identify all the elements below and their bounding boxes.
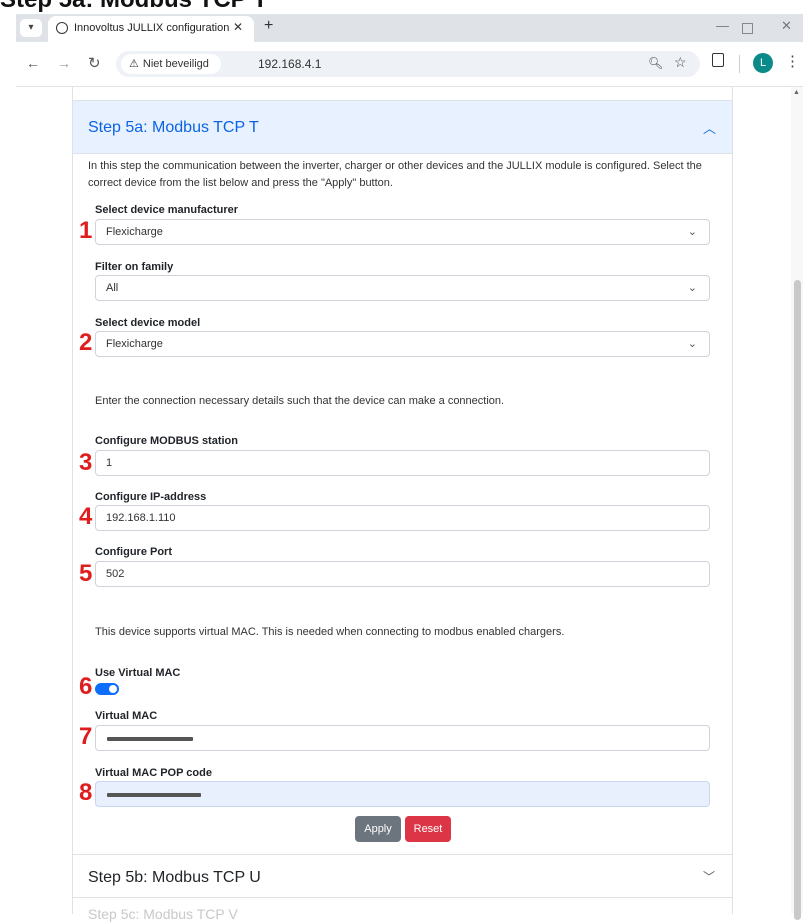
accordion-header-step-5b[interactable]: Step 5b: Modbus TCP U ﹀ — [73, 854, 732, 898]
accordion: Step 5a: Modbus TCP T ︿ In this step the… — [72, 86, 733, 922]
reset-button[interactable]: Reset — [405, 816, 451, 842]
profile-avatar[interactable]: L — [753, 53, 773, 73]
accordion-title: Step 5a: Modbus TCP T — [88, 119, 259, 136]
virtual-mac-info-text: This device supports virtual MAC. This i… — [95, 626, 565, 638]
family-value: All — [106, 282, 119, 294]
port-label: Configure Port — [95, 546, 172, 558]
manufacturer-select[interactable]: Flexicharge ⌄ — [95, 219, 710, 245]
back-arrow-icon[interactable]: ← — [26, 55, 40, 71]
chevron-up-icon: ︿ — [703, 121, 717, 136]
manufacturer-label: Select device manufacturer — [95, 204, 239, 216]
accordion-title: Step 5b: Modbus TCP U — [88, 869, 261, 886]
window-close-icon[interactable]: ✕ — [781, 18, 792, 34]
ip-label: Configure IP-address — [95, 491, 207, 503]
use-virtual-mac-toggle[interactable] — [95, 683, 119, 695]
chevron-down-icon: ⌄ — [687, 282, 697, 294]
ip-value: 192.168.1.110 — [106, 512, 176, 524]
marker-6: 6 — [79, 673, 93, 700]
url-text[interactable]: 192.168.4.1 — [258, 57, 321, 71]
more-menu-icon[interactable]: ⋮ — [785, 52, 800, 70]
marker-3: 3 — [79, 449, 93, 476]
virtual-mac-input[interactable] — [95, 725, 710, 751]
new-tab-button[interactable]: + — [264, 17, 273, 35]
station-input[interactable]: 1 — [95, 450, 710, 476]
redacted-value — [107, 793, 201, 797]
browser-toolbar: ← → ↻ ⚠ Niet beveiligd 192.168.4.1 🔍︎ ☆ L… — [16, 42, 803, 87]
manufacturer-value: Flexicharge — [106, 226, 163, 238]
toolbar-divider — [739, 55, 740, 73]
chevron-down-icon: ﹀ — [703, 870, 716, 884]
marker-1: 1 — [79, 217, 93, 244]
virtual-mac-pop-input[interactable] — [95, 781, 710, 807]
station-value: 1 — [106, 457, 113, 469]
use-virtual-mac-label: Use Virtual MAC — [95, 667, 181, 679]
tab-bar: ▾ Innovoltus JULLIX configuration ✕ + — … — [16, 14, 803, 42]
accordion-header-step-5a[interactable]: Step 5a: Modbus TCP T ︿ — [73, 100, 732, 154]
marker-4: 4 — [79, 503, 93, 530]
connection-text: Enter the connection necessary details s… — [95, 395, 505, 407]
page-heading: Step 5a: Modbus TCP T — [0, 0, 268, 12]
security-chip[interactable]: ⚠ Niet beveiligd — [121, 54, 221, 74]
marker-2: 2 — [79, 329, 93, 356]
tab-title: Innovoltus JULLIX configuration — [74, 22, 230, 34]
family-select[interactable]: All ⌄ — [95, 275, 710, 301]
marker-7: 7 — [79, 723, 93, 750]
redacted-value — [107, 737, 193, 741]
port-value: 502 — [106, 568, 125, 580]
maximize-icon[interactable] — [742, 23, 753, 34]
toggle-knob — [109, 685, 117, 693]
model-value: Flexicharge — [106, 338, 163, 350]
warning-icon: ⚠ — [129, 58, 139, 70]
scroll-thumb[interactable] — [794, 280, 801, 920]
globe-icon — [56, 22, 68, 34]
address-bar[interactable]: ⚠ Niet beveiligd 192.168.4.1 🔍︎ ☆ — [116, 51, 700, 77]
page-scrollbar[interactable]: ▲ — [791, 87, 803, 920]
ip-input[interactable]: 192.168.1.110 — [95, 505, 710, 531]
model-label: Select device model — [95, 317, 201, 329]
chevron-down-icon: ⌄ — [687, 338, 697, 350]
family-label: Filter on family — [95, 261, 174, 273]
bookmark-star-icon[interactable]: ☆ — [674, 54, 687, 71]
accordion-header-step-5c[interactable]: Step 5c: Modbus TCP V — [88, 906, 238, 922]
forward-arrow-icon[interactable]: → — [57, 55, 71, 71]
browser-tab[interactable]: Innovoltus JULLIX configuration ✕ — [48, 16, 254, 42]
reload-icon[interactable]: ↻ — [88, 54, 101, 72]
chevron-down-icon: ⌄ — [687, 226, 697, 238]
tab-search-button[interactable]: ▾ — [20, 19, 42, 37]
zoom-icon[interactable]: 🔍︎ — [648, 56, 663, 70]
minimize-icon[interactable]: — — [716, 18, 729, 33]
apply-button[interactable]: Apply — [355, 816, 401, 842]
marker-5: 5 — [79, 560, 93, 587]
close-icon[interactable]: ✕ — [233, 20, 243, 34]
model-select[interactable]: Flexicharge ⌄ — [95, 331, 710, 357]
scroll-up-icon[interactable]: ▲ — [793, 89, 800, 96]
port-input[interactable]: 502 — [95, 561, 710, 587]
virtual-mac-label: Virtual MAC — [95, 710, 158, 722]
security-label: Niet beveiligd — [142, 58, 209, 70]
chevron-down-icon: ▾ — [28, 22, 34, 33]
extensions-icon[interactable] — [712, 53, 724, 67]
virtual-mac-pop-label: Virtual MAC POP code — [95, 767, 212, 779]
intro-text: In this step the communication between t… — [88, 160, 702, 189]
station-label: Configure MODBUS station — [95, 435, 238, 447]
marker-8: 8 — [79, 779, 93, 806]
